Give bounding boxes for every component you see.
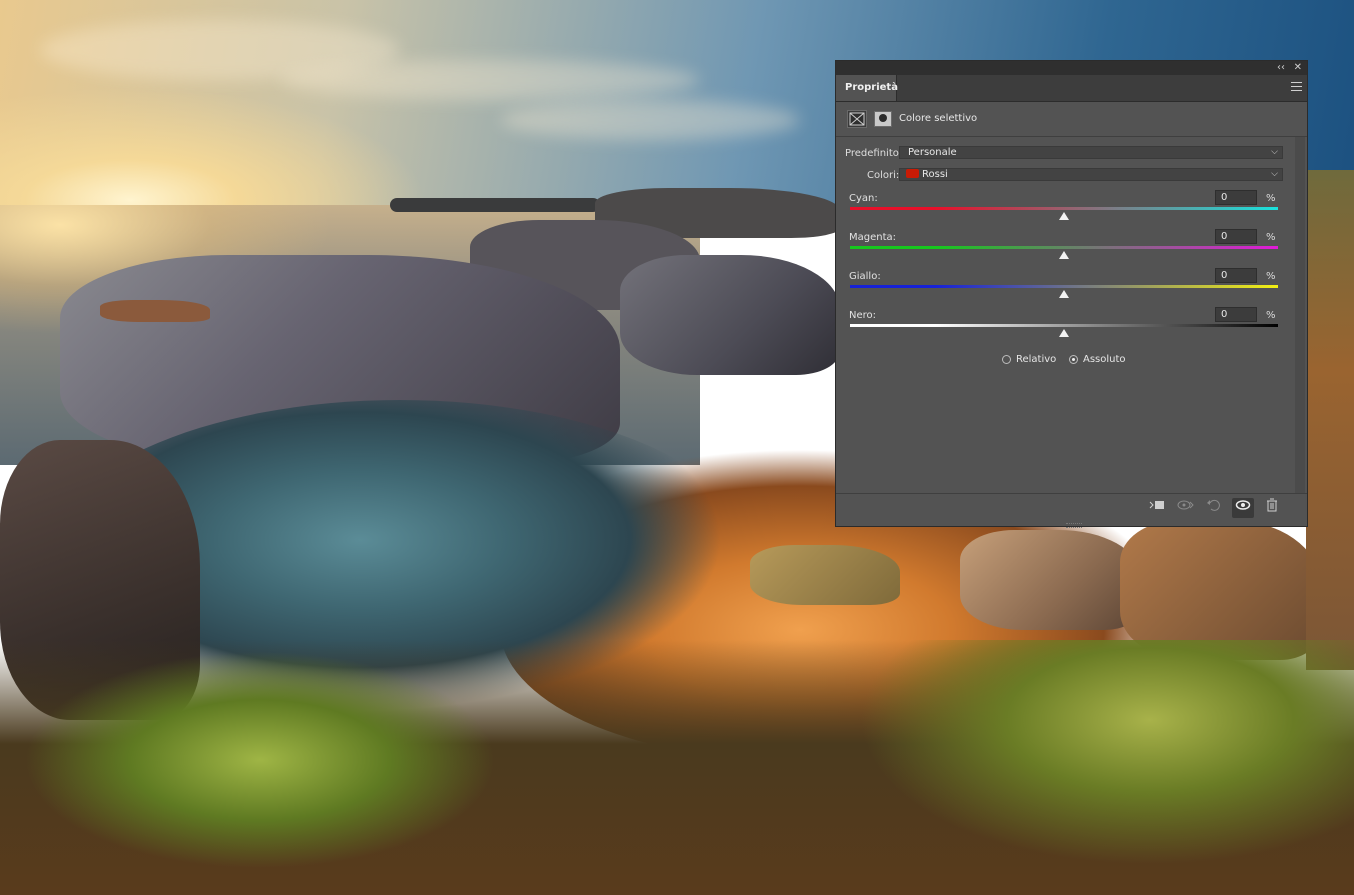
colors-dropdown[interactable]: Rossi ⌵ bbox=[899, 168, 1283, 181]
percent-label: % bbox=[1266, 232, 1276, 243]
slider-track[interactable] bbox=[850, 285, 1278, 288]
panel-footer bbox=[836, 493, 1307, 521]
visibility-eye-icon[interactable] bbox=[1232, 498, 1254, 518]
reset-icon[interactable] bbox=[1203, 498, 1225, 518]
slider-thumb[interactable] bbox=[1059, 251, 1069, 259]
slider-track[interactable] bbox=[850, 246, 1278, 249]
percent-label: % bbox=[1266, 193, 1276, 204]
layer-mask-icon[interactable] bbox=[874, 111, 892, 127]
panel-resize-grip[interactable] bbox=[1066, 523, 1082, 528]
slider-label: Cyan: bbox=[849, 193, 878, 204]
slider-value-input[interactable]: 0 bbox=[1215, 190, 1257, 205]
panel-content: Predefinito: Personale ⌵ Colori: Rossi ⌵… bbox=[836, 137, 1307, 493]
rock bbox=[960, 530, 1140, 630]
rock bbox=[620, 255, 840, 375]
slider-thumb[interactable] bbox=[1059, 329, 1069, 337]
clip-to-layer-icon[interactable] bbox=[1146, 498, 1168, 518]
rock bbox=[100, 300, 210, 322]
slider-value-input[interactable]: 0 bbox=[1215, 307, 1257, 322]
properties-panel: ‹‹ ✕ Proprietà Colore selettivo Predefin… bbox=[835, 60, 1308, 528]
preset-label: Predefinito: bbox=[845, 148, 903, 159]
percent-label: % bbox=[1266, 310, 1276, 321]
colors-label: Colori: bbox=[867, 170, 900, 181]
cloud bbox=[500, 100, 800, 140]
adjustment-title: Colore selettivo bbox=[899, 113, 978, 124]
vegetation bbox=[0, 640, 1354, 895]
distant-headland bbox=[390, 198, 600, 212]
slider-value-input[interactable]: 0 bbox=[1215, 268, 1257, 283]
relative-label: Relativo bbox=[1016, 354, 1057, 365]
panel-menu-icon[interactable] bbox=[1291, 82, 1302, 92]
collapse-panel-button[interactable]: ‹‹ bbox=[1277, 62, 1285, 74]
slider-label: Nero: bbox=[849, 310, 877, 321]
slider-label: Magenta: bbox=[849, 232, 897, 243]
slider-track[interactable] bbox=[850, 324, 1278, 327]
tab-properties[interactable]: Proprietà bbox=[836, 75, 898, 101]
selective-color-adjustment-icon[interactable] bbox=[847, 110, 867, 128]
slider-thumb[interactable] bbox=[1059, 290, 1069, 298]
cloud bbox=[280, 60, 700, 100]
rock bbox=[1120, 520, 1320, 660]
color-swatch bbox=[906, 168, 919, 178]
panel-tabbar: Proprietà bbox=[836, 75, 1307, 102]
relative-radio[interactable] bbox=[1002, 355, 1011, 364]
trash-icon[interactable] bbox=[1261, 498, 1283, 518]
preset-dropdown[interactable]: Personale ⌵ bbox=[899, 146, 1283, 159]
absolute-label: Assoluto bbox=[1083, 354, 1126, 365]
percent-label: % bbox=[1266, 271, 1276, 282]
adjustment-header: Colore selettivo bbox=[836, 102, 1307, 137]
slider-thumb[interactable] bbox=[1059, 212, 1069, 220]
panel-scrollbar[interactable] bbox=[1295, 137, 1305, 493]
slider-label: Giallo: bbox=[849, 271, 881, 282]
chevron-down-icon: ⌵ bbox=[1271, 169, 1278, 179]
colors-value: Rossi bbox=[922, 169, 948, 180]
chevron-down-icon: ⌵ bbox=[1271, 147, 1278, 157]
preset-value: Personale bbox=[908, 147, 957, 158]
absolute-radio[interactable] bbox=[1069, 355, 1078, 364]
panel-titlebar[interactable]: ‹‹ ✕ bbox=[836, 61, 1307, 75]
slider-track[interactable] bbox=[850, 207, 1278, 210]
rock bbox=[750, 545, 900, 605]
coastline bbox=[1306, 170, 1354, 670]
slider-value-input[interactable]: 0 bbox=[1215, 229, 1257, 244]
view-previous-state-icon[interactable] bbox=[1174, 498, 1196, 518]
close-panel-button[interactable]: ✕ bbox=[1294, 62, 1302, 74]
